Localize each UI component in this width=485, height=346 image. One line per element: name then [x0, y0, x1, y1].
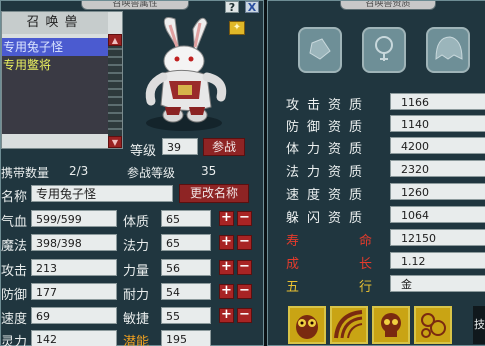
scroll-down-arrow-icon[interactable]: ▼ [108, 136, 122, 148]
skill-side-tab[interactable]: 技 [473, 306, 485, 344]
minus-button[interactable]: − [237, 260, 252, 275]
aptitude-value: 1140 [390, 115, 485, 132]
plus-button[interactable]: + [219, 284, 234, 299]
stat-value: 177 [31, 283, 117, 300]
summon-list-item[interactable]: 专用鳖将 [2, 56, 108, 74]
growth-value: 1.12 [390, 252, 485, 269]
plus-button[interactable]: + [219, 235, 234, 250]
summon-preview: ✦ [129, 11, 257, 136]
minus-button[interactable]: − [237, 235, 252, 250]
skull-skill-icon[interactable] [372, 306, 410, 344]
aptitude-label: 速度资质 [286, 188, 371, 203]
rename-button[interactable]: 更改名称 [179, 184, 249, 203]
aptitude-label: 体力资质 [286, 142, 371, 157]
stat-label: 灵力 [1, 335, 28, 346]
aptitude-value: 1064 [390, 206, 485, 223]
stat-value: 599/599 [31, 210, 117, 227]
battle-level-label: 参战等级 [127, 166, 176, 180]
bubble-skill-icon[interactable] [414, 306, 452, 344]
summon-aptitude-panel: 召唤兽资质 攻击资质 1166 防御资质 1140 体力资质 4200 法力资质… [267, 0, 485, 346]
aptitude-value: 1260 [390, 183, 485, 200]
minus-button[interactable]: − [237, 308, 252, 323]
aptitude-label: 法力资质 [286, 165, 371, 180]
attr-value: 56 [161, 259, 211, 276]
stat-value: 213 [31, 259, 117, 276]
stat-value: 398/398 [31, 234, 117, 251]
aptitude-value: 4200 [390, 137, 485, 154]
plus-button[interactable]: + [219, 211, 234, 226]
potential-label: 潜能 [123, 335, 150, 346]
arc-skill-glyph [332, 308, 366, 342]
arc-skill-icon[interactable] [330, 306, 368, 344]
plus-button[interactable]: + [219, 308, 234, 323]
aptitude-value: 2320 [390, 160, 485, 177]
list-scrollbar[interactable] [108, 34, 122, 144]
panel-title: 召唤兽资质 [340, 1, 436, 10]
aptitude-value: 1166 [390, 93, 485, 110]
minus-button[interactable]: − [237, 211, 252, 226]
carry-count-value: 2/3 [69, 164, 89, 178]
panel-title: 召唤兽属性 [81, 1, 189, 10]
level-value: 39 [162, 138, 198, 155]
element-value: 金 [390, 275, 485, 292]
stat-value: 142 [31, 330, 117, 346]
attr-value: 65 [161, 210, 211, 227]
summon-name-field[interactable]: 专用兔子怪 [31, 185, 173, 202]
owl-skill-icon[interactable] [288, 306, 326, 344]
attr-label: 力量 [123, 264, 150, 279]
summon-attributes-panel: 召唤兽属性 ? X 召唤兽 专用兔子怪 专用鳖将 ▲ ▼ ✦ 等级 39 参战 … [0, 0, 264, 346]
aptitude-label: 防御资质 [286, 120, 371, 135]
level-label: 等级 [130, 144, 157, 159]
attr-value: 55 [161, 307, 211, 324]
lifespan-value: 12150 [390, 229, 485, 246]
scroll-up-arrow-icon[interactable]: ▲ [108, 34, 122, 46]
stat-label: 气血 [1, 215, 28, 230]
summon-list: 召唤兽 专用兔子怪 专用鳖将 ▲ ▼ [1, 11, 123, 149]
summon-list-body: 专用兔子怪 专用鳖将 [2, 38, 108, 134]
helmet-icon-glyph [435, 36, 463, 60]
helmet-icon[interactable] [426, 27, 470, 73]
carry-count-label: 携带数量 [1, 166, 50, 180]
stat-label: 魔法 [1, 239, 28, 254]
attr-value: 54 [161, 283, 211, 300]
plus-button[interactable]: + [219, 260, 234, 275]
summon-list-item-selected[interactable]: 专用兔子怪 [2, 38, 108, 56]
attr-label: 体质 [123, 215, 150, 230]
battle-level-value: 35 [201, 164, 217, 178]
necklace-icon[interactable] [362, 27, 406, 73]
battle-button[interactable]: 参战 [203, 138, 245, 156]
attr-label: 耐力 [123, 288, 150, 303]
armor-icon[interactable] [298, 27, 342, 73]
name-label: 名称 [1, 190, 28, 205]
armor-icon-glyph [309, 38, 331, 60]
attr-value: 65 [161, 234, 211, 251]
stat-label: 攻击 [1, 264, 28, 279]
owl-skill-glyph [290, 308, 324, 342]
attr-label: 敏捷 [123, 312, 150, 327]
stat-label: 防御 [1, 288, 28, 303]
bubble-skill-glyph [416, 308, 450, 342]
minus-button[interactable]: − [237, 284, 252, 299]
potential-value: 195 [161, 330, 211, 346]
attr-label: 法力 [123, 239, 150, 254]
summon-list-header: 召唤兽 [2, 12, 108, 34]
stat-value: 69 [31, 307, 117, 324]
treasure-icon[interactable]: ✦ [229, 21, 245, 35]
skull-skill-glyph [374, 308, 408, 342]
necklace-icon-glyph [375, 36, 393, 61]
aptitude-label: 躲闪资质 [286, 211, 371, 226]
aptitude-label: 攻击资质 [286, 98, 371, 113]
stat-label: 速度 [1, 312, 28, 327]
